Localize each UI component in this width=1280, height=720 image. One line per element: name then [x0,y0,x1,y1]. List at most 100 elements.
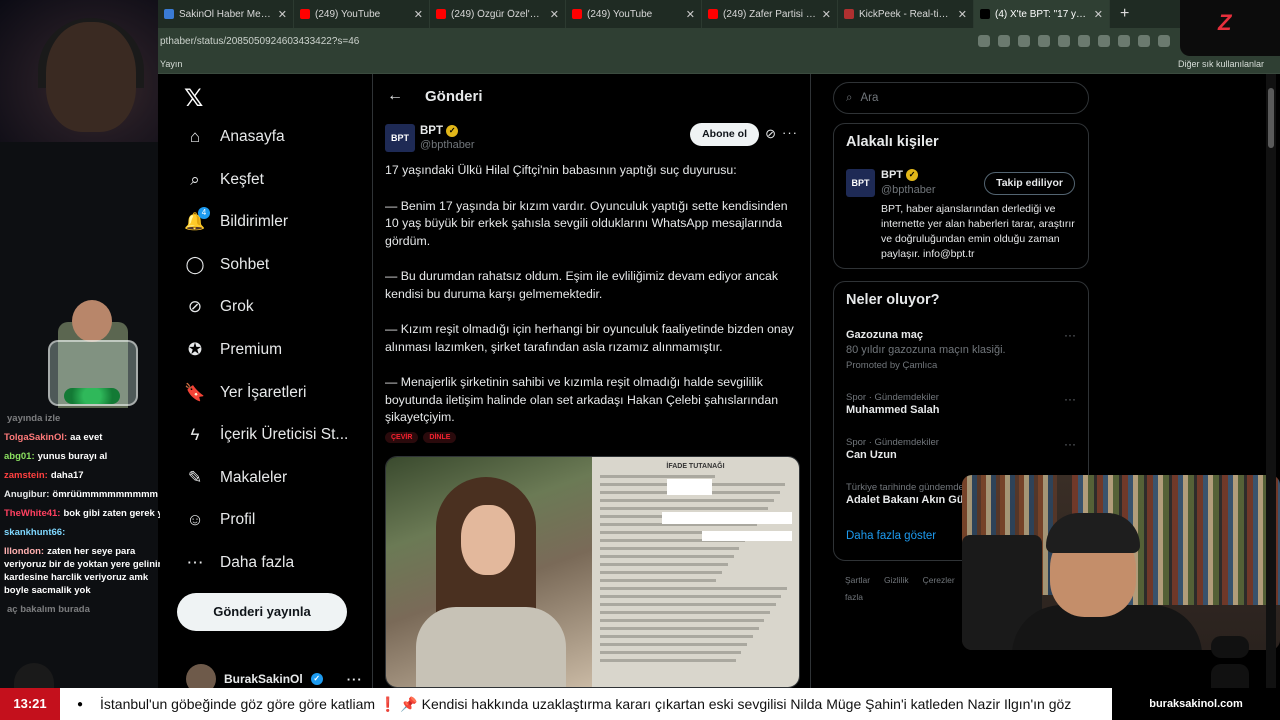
trend-item[interactable]: Spor · Gündemdekiler Can Uzun ··· [846,437,1078,461]
sidebar-item-grok[interactable]: ⊘ Grok [184,296,254,318]
post-media[interactable]: İFADE TUTANAĞI [385,456,800,688]
extension-icon[interactable] [978,35,990,47]
footer-link[interactable]: Çerezler [923,575,955,585]
translate-tag[interactable]: ÇEVİR [385,432,419,443]
article-icon: ✎ [187,467,203,487]
browser-tab[interactable]: SakinOl Haber Merkezi ✕ [158,0,294,28]
extension-icon[interactable] [1018,35,1030,47]
trend-item[interactable]: Gazozuna maç 80 yıldır gazozuna maçın kla… [846,328,1078,371]
chat-message: TolgaSakinOl: aa evet [4,431,174,444]
back-arrow-icon[interactable]: ← [387,87,403,105]
sidebar-item-more[interactable]: ⋯ Daha fazla [184,552,295,574]
related-name[interactable]: BPT [881,169,903,181]
trend-more-icon[interactable]: ··· [1064,437,1076,451]
footer-link[interactable]: Şartlar [845,575,870,585]
author-name[interactable]: BPT [420,125,443,137]
sidebar-item-search[interactable]: ⌕ Keşfet [184,169,264,191]
browser-tab[interactable]: (249) YouTube ✕ [294,0,430,28]
show-more-link[interactable]: Daha fazla göster [846,530,936,542]
browser-tab[interactable]: (249) Zafer Partisi Genel Ba ✕ [702,0,838,28]
extension-icon[interactable] [1118,35,1130,47]
browser-tab[interactable]: (249) Özgür Özel'den, er şe ✕ [430,0,566,28]
tab-close-icon[interactable]: ✕ [550,8,559,21]
subscribe-button[interactable]: Abone ol [690,123,759,146]
search-icon: ⌕ [846,91,853,104]
tab-close-icon[interactable]: ✕ [822,8,831,21]
trend-more-icon[interactable]: ··· [1064,328,1076,342]
sidebar-item-lightning[interactable]: ϟ İçerik Üreticisi St... [184,424,349,446]
footer-link[interactable]: Gizlilik [884,575,909,585]
search-placeholder: Ara [860,92,879,104]
post-button[interactable]: Gönderi yayınla [177,593,347,631]
chat-text: aa evet [70,432,103,443]
trend-more-icon[interactable]: ··· [1064,392,1076,406]
document-line [599,659,736,662]
account-more-icon[interactable]: ··· [347,672,363,687]
mascot-figure [28,292,153,412]
verified-badge-icon: ✓ [906,169,919,182]
related-handle[interactable]: @bpthaber [881,184,936,196]
sidebar-item-home[interactable]: ⌂ Anasayfa [184,126,285,148]
grok-icon[interactable]: ⊘ [765,126,776,142]
floating-button[interactable] [1211,636,1249,658]
browser-tab[interactable]: (249) YouTube ✕ [566,0,702,28]
document-image[interactable]: İFADE TUTANAĞI [591,457,799,687]
scrollbar-thumb[interactable] [1268,88,1274,148]
extension-icon[interactable] [1058,35,1070,47]
search-input[interactable]: ⌕ Ara [833,82,1089,114]
more-options-icon[interactable]: ··· [782,125,798,140]
related-avatar[interactable]: BPT [846,169,875,197]
trend-category: Spor · Gündemdekiler [846,392,939,403]
url-text[interactable]: pthaber/status/2085050924603433422?s=46 [158,36,978,47]
extension-icon[interactable] [1038,35,1050,47]
verified-badge-icon: ✓ [446,125,459,137]
promoted-label: Promoted by Çamlıca [846,360,938,371]
extension-icon[interactable] [1158,35,1170,47]
extension-icon[interactable] [1098,35,1110,47]
extension-icon[interactable] [1078,35,1090,47]
tab-close-icon[interactable]: ✕ [414,8,423,21]
tab-close-icon[interactable]: ✕ [958,8,967,21]
tab-close-icon[interactable]: ✕ [686,8,695,21]
extension-icon[interactable] [998,35,1010,47]
sidebar-item-label: Yer İşaretleri [220,383,307,401]
floating-button[interactable] [1211,664,1249,688]
sidebar-item-bell[interactable]: 🔔 4 Bildirimler [184,207,288,233]
bookmark-item[interactable]: Yayın [160,59,182,69]
sidebar-item-article[interactable]: ✎ Makaleler [184,467,287,489]
author-avatar[interactable]: BPT [385,124,415,152]
sidebar-item-bookmark[interactable]: 🔖 Yer İşaretleri [184,382,306,404]
trend-item[interactable]: Spor · Gündemdekiler Muhammed Salah ··· [846,392,1078,416]
post-paragraph: — Kızım reşit olmadığı için herhangi bir… [385,322,794,354]
browser-tab[interactable]: (4) X'te BPT: "17 yaşındaki Ü ✕ [974,0,1110,28]
extension-icon[interactable] [1138,35,1150,47]
address-bar[interactable]: pthaber/status/2085050924603433422?s=46 [158,28,1280,54]
following-button[interactable]: Takip ediliyor [984,172,1075,195]
author-handle[interactable]: @bpthaber [420,139,475,151]
new-tab-button[interactable]: + [1110,5,1139,23]
x-logo-icon[interactable]: 𝕏 [184,84,203,112]
chat-message: abg01: yunus burayı al [4,450,174,463]
chat-message: TheWhite41: bok gibi zaten gerek yok [4,507,174,520]
browser-tab[interactable]: KickPeek - Real-time URL C ✕ [838,0,974,28]
sidebar-item-person[interactable]: ☺ Profil [184,509,255,531]
sidebar-item-premium[interactable]: ✪ Premium [184,339,282,361]
trend-name: Gazozuna maç [846,329,924,341]
trend-description: 80 yıldır gazozuna maçın klasiği. [846,344,1006,356]
chat-text: ömrüümmmmmmmmm [52,489,158,500]
sidebar-item-label: Daha fazla [220,554,295,571]
ticker-clock: 13:21 [0,688,60,720]
tab-close-icon[interactable]: ✕ [1094,8,1103,21]
other-bookmarks[interactable]: Diğer sık kullanılanlar [1178,59,1264,69]
scrollbar[interactable] [1266,74,1276,688]
tab-close-icon[interactable]: ✕ [278,8,287,21]
mascot-face [72,300,112,342]
post-photo[interactable] [386,457,592,687]
related-name-row[interactable]: BPT ✓ [881,169,919,182]
tab-title: KickPeek - Real-time URL C [859,8,953,20]
main-column: ← Gönderi BPT BPT ✓ @bpthaber Abone ol ⊘… [372,74,811,688]
sidebar-item-chat[interactable]: ◯ Sohbet [184,254,269,276]
tab-title: SakinOl Haber Merkezi [179,8,273,20]
author-name-row[interactable]: BPT ✓ [420,125,459,137]
listen-tag[interactable]: DİNLE [423,432,457,443]
